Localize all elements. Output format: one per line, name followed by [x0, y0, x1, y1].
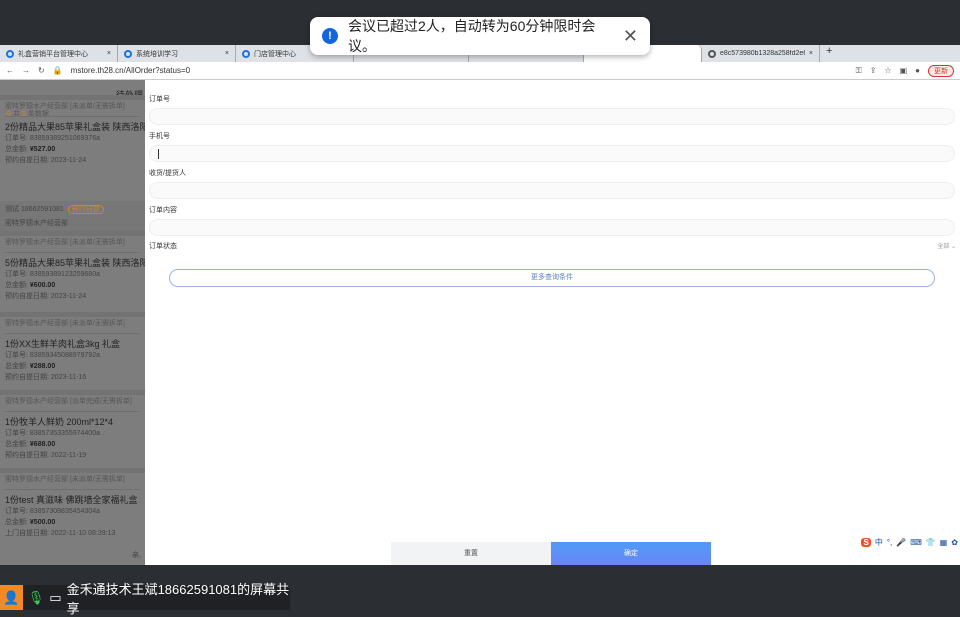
back-icon[interactable]: ← — [6, 66, 14, 75]
list-footer: 亲, — [132, 552, 141, 559]
status-select[interactable]: 全部 ⌄ — [937, 241, 956, 250]
person-icon[interactable]: 👤 — [0, 585, 23, 610]
order-card[interactable]: 密特罗德水产经营部 [派单完成/无需拆单] 1份牧羊人鲜奶 200ml*12*4… — [0, 390, 145, 461]
content-label: 订单内容 — [149, 207, 177, 214]
info-icon: ! — [322, 28, 338, 44]
browser-tab[interactable]: 系统培训学习 × — [118, 45, 236, 62]
more-conditions-button[interactable]: 更多查询条件 — [169, 269, 935, 287]
site-icon — [242, 49, 250, 58]
skin-icon[interactable]: 👕 — [926, 538, 936, 547]
settings-icon[interactable]: ✿ — [951, 538, 958, 547]
punctuation-icon[interactable]: °, — [887, 538, 892, 547]
status-label: 订单状态 — [149, 243, 177, 250]
screen-share-label: 👤 🎙 ▭ 金禾通技术王斌18662591081的屏幕共享 — [0, 582, 290, 616]
share-icon[interactable]: ⇪ — [870, 66, 877, 75]
grid-icon[interactable]: ▦ — [940, 538, 948, 547]
close-tab-icon[interactable]: × — [107, 50, 111, 57]
profile-icon[interactable]: ● — [915, 66, 920, 75]
order-no-input[interactable] — [149, 108, 955, 125]
site-icon — [6, 49, 14, 58]
mic-icon[interactable]: 🎤 — [896, 538, 906, 547]
close-tab-icon[interactable]: × — [809, 50, 813, 57]
reset-button[interactable]: 重置 — [391, 542, 551, 565]
order-no-label: 订单号 — [149, 96, 170, 103]
close-tab-icon[interactable]: × — [225, 50, 229, 57]
key-icon[interactable]: ⚿ — [856, 66, 862, 76]
content-input[interactable] — [149, 219, 955, 236]
new-tab-button[interactable]: + — [820, 45, 838, 62]
forward-icon[interactable]: → — [22, 66, 30, 75]
filter-drawer: 订单号 手机号 收货/提货人 订单内容 订单状态 全部 ⌄ 更多查询条件 重置 … — [145, 80, 960, 565]
reload-icon[interactable]: ↻ — [38, 66, 45, 75]
status-badge: 预约自提 — [67, 205, 104, 214]
star-icon[interactable]: ☆ — [884, 66, 891, 75]
screen-icon: ▭ — [49, 589, 62, 605]
confirm-button[interactable]: 确定 — [551, 542, 711, 565]
site-icon — [124, 49, 132, 58]
receiver-label: 收货/提货人 — [149, 170, 186, 177]
order-card[interactable]: 密特罗德水产经营部 [未派单/无需拆单] 1份test 真滋味 佛跳墙全家福礼盒… — [0, 468, 145, 539]
address-bar-row: ← → ↻ 🔒 mstore.th28.cn/AllOrder?status=0… — [0, 62, 960, 80]
order-card[interactable]: 密特罗德水产经营部 [未派单/无需拆单] 1份XX生鲜羊肉礼盒3kg 礼盒 订单… — [0, 312, 145, 383]
meeting-notification: ! 会议已超过2人，自动转为60分钟限时会议。 ✕ — [310, 17, 650, 55]
sogou-logo-icon: S — [861, 538, 871, 547]
web-page: 待处理 ⚲ 共 5 条数据 密特罗德水产经营部 [未派单/无需拆单] 2份精品大… — [0, 80, 960, 565]
phone-label: 手机号 — [149, 133, 170, 140]
chevron-down-icon: ⌄ — [950, 244, 956, 250]
receiver-input[interactable] — [149, 182, 955, 199]
order-card[interactable]: 密特罗德水产经营部 [未派单/无需拆单] 5份精品大果85苹果礼盒装 陕西洛阳1… — [0, 231, 145, 302]
browser-tab[interactable]: e8c573980b1328a258fd2e6f...× — [702, 45, 820, 62]
side-panel-icon[interactable]: ▣ — [900, 66, 908, 75]
url-input[interactable]: mstore.th28.cn/AllOrder?status=0 — [71, 66, 848, 75]
text-caret — [158, 149, 159, 159]
keyboard-icon[interactable]: ⌨ — [910, 538, 922, 547]
order-card[interactable]: 密特罗德水产经营部 [未派单/无需拆单] 2份精品大果85苹果礼盒装 陕西洛阳1… — [0, 95, 145, 166]
order-contact: 测试 18662591081 预约自提 密特罗德水产经营部 — [0, 201, 145, 233]
mic-icon[interactable]: 🎙 — [28, 590, 45, 606]
close-icon[interactable]: ✕ — [623, 26, 638, 47]
update-button[interactable]: 更新 — [928, 64, 954, 77]
phone-input[interactable] — [149, 145, 955, 162]
ime-toolbar: S 中 °, 🎤 ⌨ 👕 ▦ ✿ — [859, 535, 960, 550]
browser-tab[interactable]: 礼盒营销平台管理中心 × — [0, 45, 118, 62]
globe-icon — [708, 49, 716, 58]
order-list-sidebar: 待处理 ⚲ 共 5 条数据 密特罗德水产经营部 [未派单/无需拆单] 2份精品大… — [0, 80, 145, 565]
lock-icon: 🔒 — [52, 66, 63, 75]
ime-item[interactable]: 中 — [875, 537, 883, 548]
